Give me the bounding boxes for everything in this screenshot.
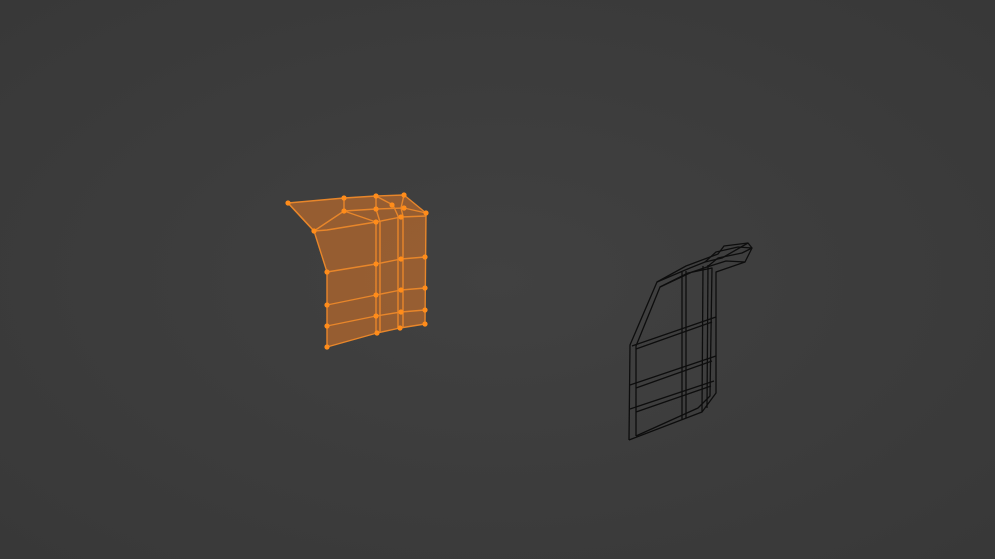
selected-mesh[interactable] xyxy=(285,192,429,350)
other-mesh[interactable] xyxy=(628,242,753,441)
other-mesh-row-2b xyxy=(635,360,713,389)
selected-mesh-faces xyxy=(288,195,426,347)
other-mesh-col-3 xyxy=(701,265,704,413)
other-mesh-lip-ribs-2 xyxy=(706,247,753,268)
other-mesh-inner-outline xyxy=(635,267,713,437)
other-mesh-row-1b xyxy=(635,321,713,350)
viewport-scene[interactable] xyxy=(0,0,995,559)
other-mesh-row-2 xyxy=(629,355,717,386)
other-mesh-row-1 xyxy=(631,316,717,347)
3d-viewport[interactable] xyxy=(0,0,995,559)
other-mesh-row-3b xyxy=(635,385,712,413)
